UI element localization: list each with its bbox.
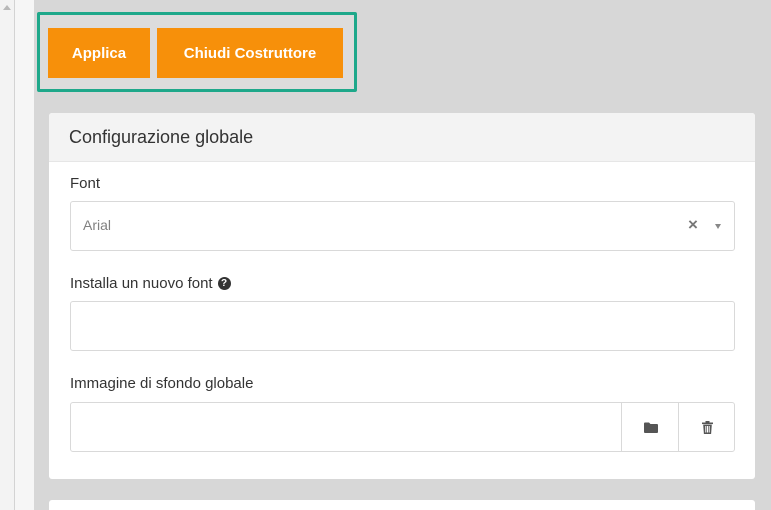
- background-image-label: Immagine di sfondo globale: [70, 375, 254, 392]
- trash-icon: [702, 420, 713, 434]
- clear-icon[interactable]: ×: [688, 215, 698, 235]
- font-select[interactable]: Arial ×: [70, 201, 735, 251]
- background-image-field: [70, 402, 735, 452]
- scroll-up-arrow-icon[interactable]: [3, 5, 11, 10]
- left-gutter: [15, 0, 34, 510]
- apply-button[interactable]: Applica: [48, 28, 150, 78]
- caret-down-icon[interactable]: [715, 224, 721, 229]
- panel-title: Configurazione globale: [49, 113, 755, 162]
- folder-icon: [643, 422, 658, 433]
- delete-image-button[interactable]: [678, 403, 736, 451]
- background-image-input[interactable]: [71, 403, 621, 451]
- scrollbar[interactable]: [0, 0, 15, 510]
- install-font-label-text: Installa un nuovo font: [70, 275, 213, 292]
- install-font-input[interactable]: [71, 302, 734, 350]
- browse-folder-button[interactable]: [621, 403, 679, 451]
- font-label: Font: [70, 175, 101, 192]
- font-select-value: Arial: [83, 217, 112, 233]
- builder-toolbar: Applica Chiudi Costruttore: [37, 12, 357, 92]
- help-icon[interactable]: ?: [217, 277, 231, 290]
- close-builder-button[interactable]: Chiudi Costruttore: [157, 28, 343, 78]
- global-config-panel: Configurazione globale Font Arial × Inst…: [49, 113, 755, 479]
- install-font-field: [70, 301, 735, 351]
- next-panel: [49, 500, 755, 510]
- install-font-label: Installa un nuovo font ?: [70, 275, 231, 292]
